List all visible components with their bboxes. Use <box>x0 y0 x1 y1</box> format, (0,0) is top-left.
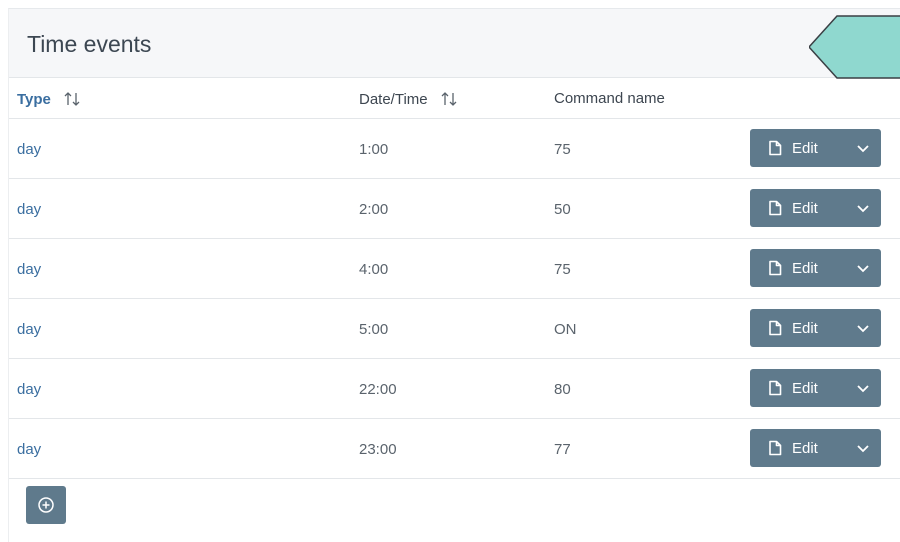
column-header-command: Command name <box>554 90 665 107</box>
page-title: Time events <box>27 31 152 57</box>
edit-button-label: Edit <box>792 319 818 337</box>
column-header-type[interactable]: Type <box>17 90 81 108</box>
add-event-button[interactable] <box>26 486 66 524</box>
edit-dropdown-toggle[interactable] <box>845 189 881 227</box>
table-row: day 23:00 77 Edit <box>9 419 900 479</box>
event-time: 4:00 <box>359 261 389 278</box>
chevron-down-icon <box>857 145 869 153</box>
edit-button[interactable]: Edit <box>750 429 845 467</box>
edit-button-group: Edit <box>750 369 881 407</box>
column-header-command-label: Command name <box>554 90 665 107</box>
edit-button-label: Edit <box>792 199 818 217</box>
column-header-type-label: Type <box>17 90 51 108</box>
column-header-datetime-label: Date/Time <box>359 90 428 108</box>
command-name: 77 <box>554 441 571 458</box>
edit-button-label: Edit <box>792 439 818 457</box>
plus-circle-icon <box>38 497 54 513</box>
time-events-panel: Time events Type Date/Time Command name … <box>8 8 900 542</box>
edit-button[interactable]: Edit <box>750 369 845 407</box>
event-time: 23:00 <box>359 441 397 458</box>
edit-button-group: Edit <box>750 189 881 227</box>
document-icon <box>769 320 782 336</box>
edit-dropdown-toggle[interactable] <box>845 129 881 167</box>
document-icon <box>769 140 782 156</box>
event-time: 1:00 <box>359 141 389 158</box>
command-name: 75 <box>554 141 571 158</box>
event-time: 2:00 <box>359 201 389 218</box>
command-name: 50 <box>554 201 571 218</box>
document-icon <box>769 260 782 276</box>
chevron-down-icon <box>857 265 869 273</box>
event-time: 5:00 <box>359 321 389 338</box>
document-icon <box>769 440 782 456</box>
edit-dropdown-toggle[interactable] <box>845 249 881 287</box>
sort-updown-icon[interactable] <box>440 90 458 108</box>
edit-button[interactable]: Edit <box>750 129 845 167</box>
chevron-down-icon <box>857 325 869 333</box>
event-type-link[interactable]: day <box>17 381 41 398</box>
event-type-link[interactable]: day <box>17 261 41 278</box>
panel-header: Time events <box>9 9 900 79</box>
table-row: day 1:00 75 Edit <box>9 119 900 179</box>
edit-button[interactable]: Edit <box>750 309 845 347</box>
edit-button-group: Edit <box>750 129 881 167</box>
table-row: day 2:00 50 Edit <box>9 179 900 239</box>
table-row: day 4:00 75 Edit <box>9 239 900 299</box>
column-header-datetime[interactable]: Date/Time <box>359 90 458 108</box>
event-type-link[interactable]: day <box>17 141 41 158</box>
edit-button-label: Edit <box>792 139 818 157</box>
corner-tab-badge <box>809 15 900 79</box>
event-type-link[interactable]: day <box>17 441 41 458</box>
table-header: Type Date/Time Command name <box>9 78 900 119</box>
edit-button-label: Edit <box>792 259 818 277</box>
chevron-down-icon <box>857 205 869 213</box>
edit-button-group: Edit <box>750 429 881 467</box>
event-time: 22:00 <box>359 381 397 398</box>
document-icon <box>769 380 782 396</box>
edit-button[interactable]: Edit <box>750 249 845 287</box>
document-icon <box>769 200 782 216</box>
edit-button[interactable]: Edit <box>750 189 845 227</box>
event-type-link[interactable]: day <box>17 201 41 218</box>
edit-dropdown-toggle[interactable] <box>845 429 881 467</box>
edit-button-group: Edit <box>750 249 881 287</box>
sort-updown-icon[interactable] <box>63 90 81 108</box>
edit-button-group: Edit <box>750 309 881 347</box>
edit-dropdown-toggle[interactable] <box>845 309 881 347</box>
chevron-down-icon <box>857 385 869 393</box>
command-name: 75 <box>554 261 571 278</box>
command-name: ON <box>554 321 577 338</box>
table-row: day 5:00 ON Edit <box>9 299 900 359</box>
edit-dropdown-toggle[interactable] <box>845 369 881 407</box>
command-name: 80 <box>554 381 571 398</box>
event-type-link[interactable]: day <box>17 321 41 338</box>
table-row: day 22:00 80 Edit <box>9 359 900 419</box>
edit-button-label: Edit <box>792 379 818 397</box>
chevron-down-icon <box>857 445 869 453</box>
